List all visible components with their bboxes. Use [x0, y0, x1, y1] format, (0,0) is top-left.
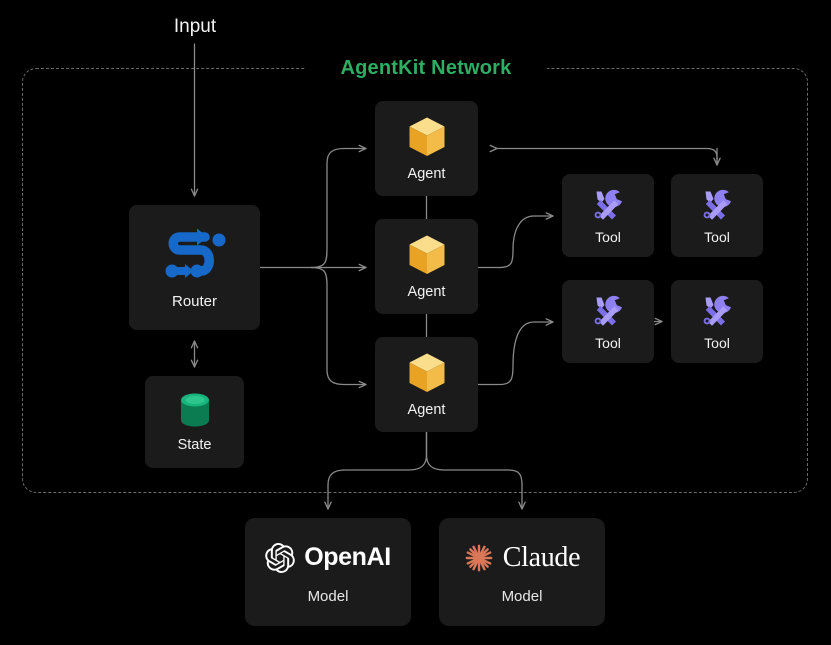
database-cylinder-icon	[178, 391, 212, 429]
tool-label: Tool	[704, 228, 730, 245]
tool-node-1[interactable]: Tool	[562, 174, 654, 257]
wrench-screwdriver-icon	[700, 188, 734, 222]
cube-icon	[407, 116, 447, 158]
agent-label: Agent	[407, 283, 446, 300]
model-label: Model	[307, 587, 349, 605]
openai-logo-icon	[265, 542, 296, 573]
model-node-claude[interactable]: Claude Model	[439, 518, 605, 626]
network-title: AgentKit Network	[340, 57, 512, 79]
model-label: Model	[501, 587, 543, 605]
tool-node-3[interactable]: Tool	[562, 280, 654, 363]
agent-node-1[interactable]: Agent	[375, 101, 478, 196]
wrench-screwdriver-icon	[700, 294, 734, 328]
agent-node-2[interactable]: Agent	[375, 219, 478, 314]
router-label: Router	[171, 293, 218, 310]
wrench-screwdriver-icon	[591, 294, 625, 328]
agent-label: Agent	[407, 401, 446, 418]
agent-label: Agent	[407, 165, 446, 182]
tool-node-2[interactable]: Tool	[671, 174, 763, 257]
wrench-screwdriver-icon	[591, 188, 625, 222]
claude-brandmark: Claude	[464, 541, 581, 575]
agentkit-network-diagram: AgentKit Network Input Router State Agen…	[0, 0, 831, 645]
openai-brandmark: OpenAI	[265, 541, 391, 575]
state-node[interactable]: State	[145, 376, 244, 468]
agent-node-3[interactable]: Agent	[375, 337, 478, 432]
openai-brand-text: OpenAI	[304, 543, 391, 571]
state-label: State	[177, 437, 212, 454]
model-node-openai[interactable]: OpenAI Model	[245, 518, 411, 626]
route-icon	[164, 226, 226, 282]
tool-label: Tool	[704, 334, 730, 351]
cube-icon	[407, 352, 447, 394]
claude-brand-text: Claude	[502, 541, 581, 573]
tool-node-4[interactable]: Tool	[671, 280, 763, 363]
input-label: Input	[173, 16, 217, 37]
tool-label: Tool	[595, 228, 621, 245]
router-node[interactable]: Router	[129, 205, 260, 330]
claude-starburst-icon	[464, 543, 494, 573]
tool-label: Tool	[595, 334, 621, 351]
cube-icon	[407, 234, 447, 276]
